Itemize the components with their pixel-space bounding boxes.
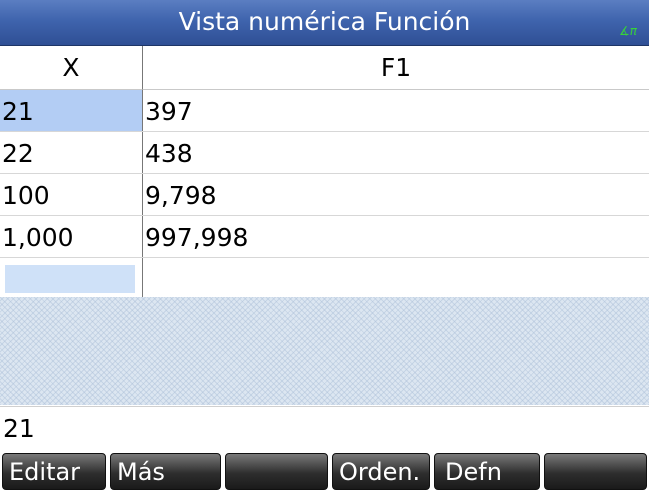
x-cell-selected[interactable]: 21 <box>0 90 143 131</box>
empty-table-area <box>0 297 649 405</box>
softkey-orden-button[interactable]: Orden. <box>332 453 430 490</box>
entry-line[interactable]: 21 <box>0 406 649 450</box>
view-title: Vista numérica Función <box>178 7 471 36</box>
angle-mode-icon: ∡π <box>619 24 637 38</box>
softkey-menu: Editar Más Orden. Defn <box>0 451 649 491</box>
table-row: 100 9,798 <box>0 174 649 216</box>
table-row: 22 438 <box>0 132 649 174</box>
softkey-mas-button[interactable]: Más <box>110 453 221 490</box>
column-header-f1[interactable]: F1 <box>143 46 649 90</box>
softkey-blank-button[interactable] <box>225 453 328 490</box>
x-cell[interactable]: 100 <box>0 174 143 215</box>
x-cell[interactable]: 1,000 <box>0 216 143 257</box>
title-bar: Vista numérica Función ∡π <box>0 0 649 46</box>
f1-cell[interactable]: 9,798 <box>143 174 649 215</box>
new-entry-highlight <box>5 265 135 293</box>
f1-cell[interactable]: 438 <box>143 132 649 173</box>
x-cell-new[interactable] <box>0 258 143 299</box>
table-row: 21 397 <box>0 90 649 132</box>
f1-cell-new[interactable] <box>143 258 649 299</box>
f1-cell[interactable]: 997,998 <box>143 216 649 257</box>
softkey-blank-button-2[interactable] <box>544 453 647 490</box>
softkey-defn-button[interactable]: Defn <box>434 453 540 490</box>
column-header-x[interactable]: X <box>0 46 143 90</box>
x-cell[interactable]: 22 <box>0 132 143 173</box>
table-row: 1,000 997,998 <box>0 216 649 258</box>
table-row-empty <box>0 258 649 300</box>
f1-cell[interactable]: 397 <box>143 90 649 131</box>
softkey-editar-button[interactable]: Editar <box>2 453 106 490</box>
